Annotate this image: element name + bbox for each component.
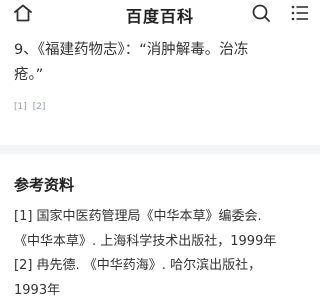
reference-line: [2] 冉先德. 《中华药海》. 哈尔滨出版社，	[14, 258, 262, 273]
citation-link-2[interactable]: [2]	[33, 102, 46, 112]
menu-icon[interactable]	[291, 4, 309, 22]
reference-list: [1] 国家中医药管理局《中华本草》编委会. 《中华本草》. 上海科学技术出版社…	[14, 205, 314, 303]
reference-item[interactable]: [1] 国家中医药管理局《中华本草》编委会. 《中华本草》. 上海科学技术出版社…	[14, 205, 314, 254]
reference-line: 1993年	[14, 282, 61, 298]
entry-text: 9、《福建药物志》：“消肿解毒。治冻 疮。”	[14, 38, 310, 88]
reference-item[interactable]: [2] 冉先德. 《中华药海》. 哈尔滨出版社， 1993年	[14, 254, 314, 303]
references-heading: 参考资料	[14, 176, 75, 194]
reference-line: 《中华本草》. 上海科学技术出版社，1999年	[14, 233, 277, 249]
inline-citations: [1] [2]	[14, 102, 48, 112]
reference-line: [1] 国家中医药管理局《中华本草》编委会.	[14, 209, 262, 224]
entry-line: 9、《福建药物志》：“消肿解毒。治冻	[14, 42, 249, 58]
page-title: 百度百科	[125, 7, 194, 26]
top-bar: 百度百科	[0, 0, 320, 27]
entry-line: 疮。”	[14, 67, 44, 83]
section-divider	[0, 145, 320, 154]
search-icon[interactable]	[251, 3, 271, 23]
citation-link-1[interactable]: [1]	[14, 102, 27, 112]
